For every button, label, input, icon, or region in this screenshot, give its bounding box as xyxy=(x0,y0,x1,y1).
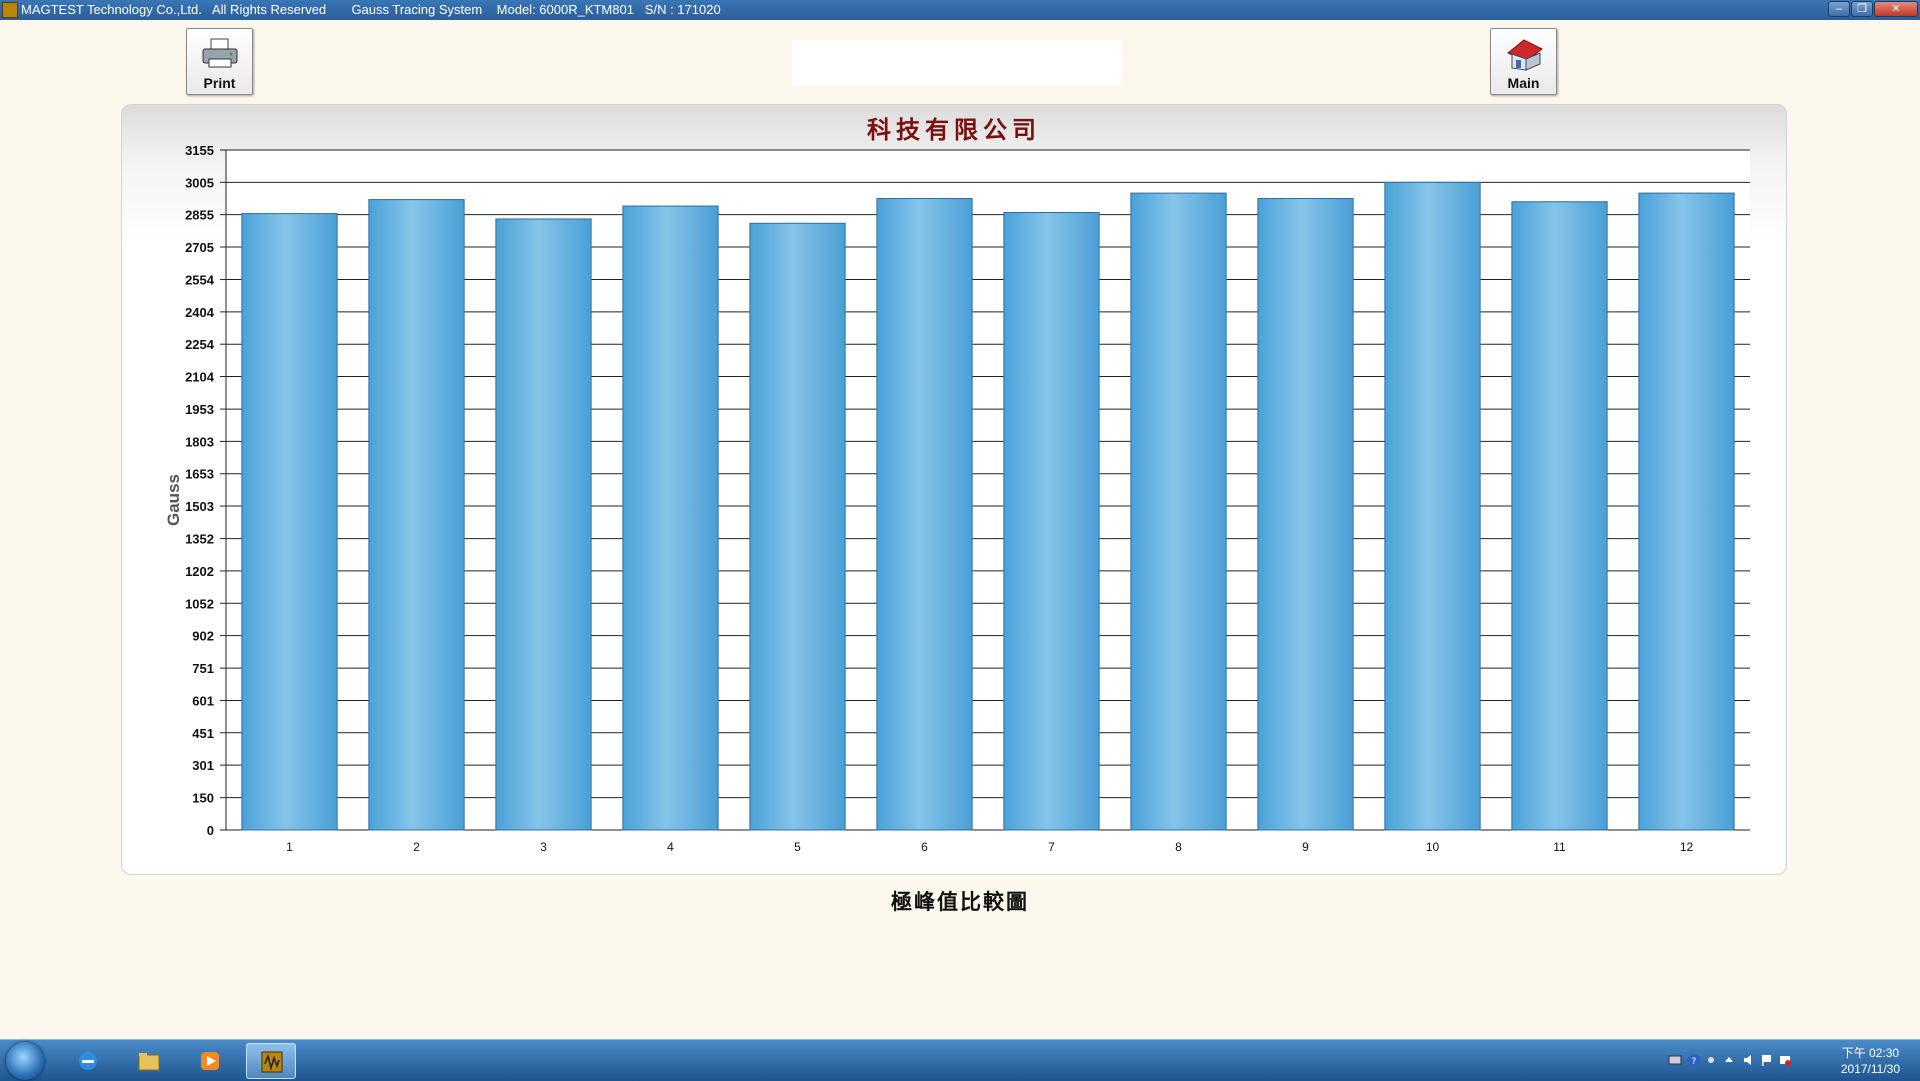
y-tick-label: 1352 xyxy=(185,532,214,547)
y-tick-label: 2705 xyxy=(185,240,214,255)
y-tick-label: 2554 xyxy=(185,273,215,288)
folder-icon xyxy=(138,1053,160,1071)
y-tick-label: 1202 xyxy=(185,564,214,579)
app-icon xyxy=(261,1051,283,1073)
bar-5 xyxy=(749,222,846,831)
x-tick-label: 1 xyxy=(286,840,293,854)
y-tick-label: 1953 xyxy=(185,402,214,417)
y-tick-label: 1052 xyxy=(185,596,214,611)
x-tick-label: 6 xyxy=(921,840,928,854)
y-tick-label: 601 xyxy=(192,693,214,708)
y-tick-label: 2254 xyxy=(185,337,215,352)
ie-icon xyxy=(79,1052,97,1070)
clock-time: 下午 02:30 xyxy=(1841,1046,1900,1060)
start-button[interactable] xyxy=(6,1042,44,1080)
bar-10 xyxy=(1384,181,1481,831)
bar-4 xyxy=(622,205,719,831)
y-tick-label: 2104 xyxy=(185,370,215,385)
y-tick-label: 3155 xyxy=(185,143,214,158)
volume-icon[interactable] xyxy=(1742,1053,1756,1067)
y-tick-label: 150 xyxy=(192,791,214,806)
clock-date: 2017/11/30 xyxy=(1840,1062,1900,1076)
x-tick-label: 2 xyxy=(413,840,420,854)
y-tick-label: 1653 xyxy=(185,467,214,482)
x-tick-label: 12 xyxy=(1680,840,1694,854)
taskbar: ? 下午 02:30 2017/11/30 xyxy=(0,1039,1920,1081)
y-tick-label: 2404 xyxy=(185,305,215,320)
x-tick-label: 8 xyxy=(1175,840,1182,854)
x-tick-label: 9 xyxy=(1302,840,1309,854)
x-tick-label: 7 xyxy=(1048,840,1055,854)
bar-2 xyxy=(368,199,465,831)
x-tick-label: 5 xyxy=(794,840,801,854)
taskbar-explorer[interactable] xyxy=(124,1043,174,1079)
x-tick-labels: 1 2 3 4 5 6 7 8 9 10 11 12 xyxy=(286,840,1693,854)
taskbar-media[interactable] xyxy=(185,1043,235,1079)
system-tray: ? 下午 02:30 2017/11/30 xyxy=(1660,1040,1920,1081)
chart-title: 科技有限公司 xyxy=(867,115,1041,144)
svg-text:?: ? xyxy=(1692,1057,1697,1067)
x-tick-label: 10 xyxy=(1426,840,1440,854)
y-tick-label: 2855 xyxy=(185,208,214,223)
bar-chart: 0150301451601751902105212021352150316531… xyxy=(185,143,1750,854)
bar-1 xyxy=(241,213,338,831)
bar-7 xyxy=(1003,212,1100,831)
bar-11 xyxy=(1511,201,1608,831)
y-tick-label: 1803 xyxy=(185,434,214,449)
flag-icon[interactable] xyxy=(1760,1053,1774,1067)
settings-icon[interactable] xyxy=(1704,1053,1718,1067)
x-tick-label: 4 xyxy=(667,840,674,854)
y-tick-labels: 0 150 301 451 601 751 902 1052 1202 1352 1503 1653 1… xyxy=(185,143,215,838)
y-tick-label: 451 xyxy=(192,726,214,741)
taskbar-ie[interactable] xyxy=(63,1043,113,1079)
network-icon[interactable] xyxy=(1778,1053,1792,1067)
y-tick-label: 1503 xyxy=(185,499,214,514)
bar-12 xyxy=(1638,192,1735,831)
y-tick-label: 751 xyxy=(192,661,214,676)
y-tick-label: 3005 xyxy=(185,175,214,190)
media-player-icon xyxy=(201,1052,219,1070)
y-tick-label: 902 xyxy=(192,629,214,644)
bar-6 xyxy=(876,197,973,831)
bar-8 xyxy=(1130,192,1227,831)
bar-3 xyxy=(495,218,592,831)
keyboard-icon[interactable] xyxy=(1668,1053,1682,1067)
clock[interactable]: 下午 02:30 2017/11/30 xyxy=(1841,1045,1900,1077)
chart-caption: 極峰值比較圖 xyxy=(891,889,1029,914)
x-tick-label: 11 xyxy=(1553,840,1566,854)
bar-9 xyxy=(1257,197,1354,831)
taskbar-gauss-app[interactable] xyxy=(246,1043,296,1079)
y-axis-label: Gauss xyxy=(163,474,183,526)
y-tick-label: 0 xyxy=(207,823,214,838)
chevron-up-icon[interactable] xyxy=(1722,1053,1736,1067)
x-tick-label: 3 xyxy=(540,840,547,854)
y-tick-label: 301 xyxy=(192,758,214,773)
help-icon[interactable]: ? xyxy=(1687,1053,1701,1067)
